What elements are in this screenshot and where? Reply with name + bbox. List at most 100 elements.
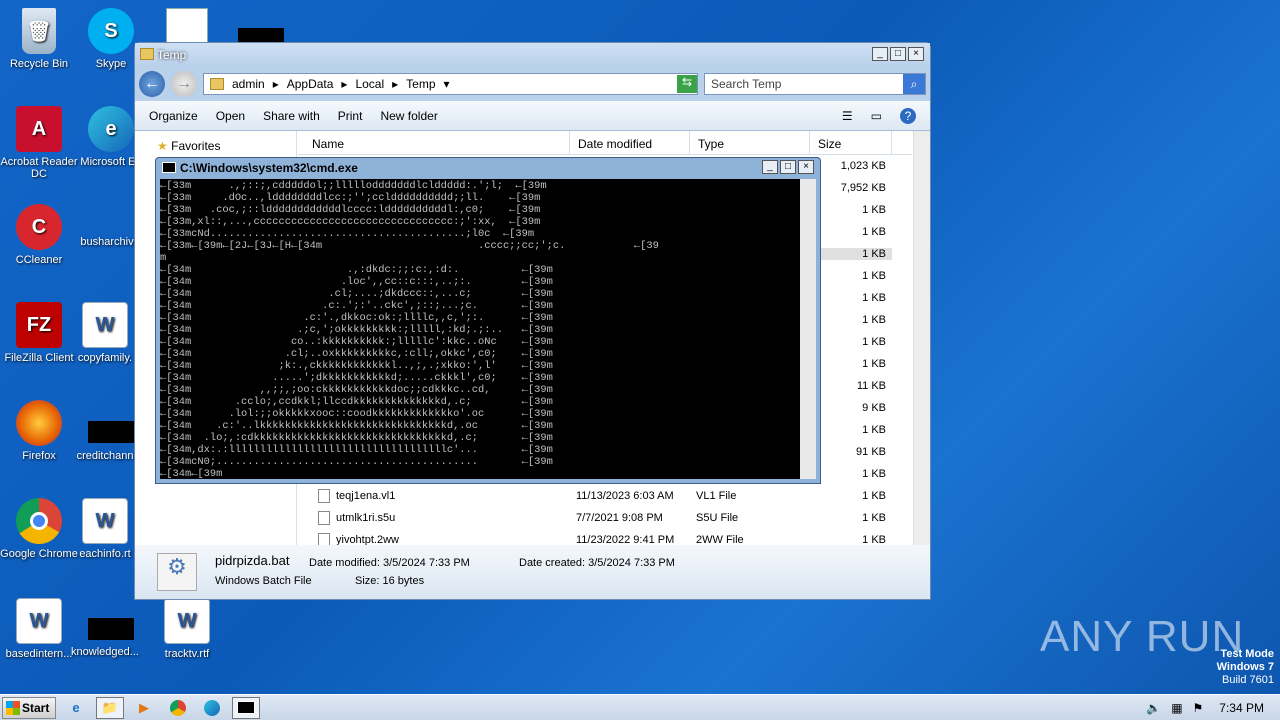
taskbar: Start e 📁 ▶ 🔈 ▦ ⚑ 7:34 PM bbox=[0, 694, 1280, 720]
column-size[interactable]: Size bbox=[810, 131, 892, 154]
desktop-icon-knowledged[interactable]: knowledged... bbox=[66, 646, 144, 658]
detail-date-modified: Date modified: 3/5/2024 7:33 PM bbox=[309, 557, 470, 569]
folder-icon bbox=[210, 78, 224, 90]
acrobat-icon: A bbox=[16, 106, 62, 152]
cmd-titlebar[interactable]: C:\Windows\system32\cmd.exe bbox=[156, 158, 820, 177]
search-icon[interactable]: ⌕ bbox=[903, 74, 925, 94]
share-with-menu[interactable]: Share with bbox=[263, 109, 320, 123]
column-headers: Name Date modified Type Size bbox=[298, 131, 912, 155]
back-button[interactable]: ← bbox=[139, 71, 165, 97]
file-row[interactable]: teqj1ena.vl1 11/13/2023 6:03 AM VL1 File 1 … bbox=[298, 485, 912, 507]
console-line: ←[34m .cl;....;dkdccc::,...c; ←[39m bbox=[160, 288, 553, 300]
preview-pane-icon[interactable]: ▭ bbox=[871, 109, 882, 123]
word-doc-icon: W bbox=[82, 302, 128, 348]
console-line: ←[34mcN0;...............................… bbox=[160, 456, 553, 468]
desktop-icon-tracktv[interactable]: W tracktv.rtf bbox=[148, 598, 226, 660]
action-center-flag-icon[interactable]: ⚑ bbox=[1193, 701, 1204, 715]
console-line: ←[33m .coc,;::lddddddddddddlcccc:ldddddd… bbox=[160, 204, 541, 216]
console-line: ←[34m ;k:.,ckkkkkkkkkkkkl..,;,.;xkko:',l… bbox=[160, 360, 553, 372]
console-line: ←[33m .dOc..,lddddddddlcc:;'';cclddddddd… bbox=[160, 192, 541, 204]
console-line: ←[34m .c:'..lkkkkkkkkkkkkkkkkkkkkkkkkkkk… bbox=[160, 420, 553, 432]
breadcrumb-temp[interactable]: Temp bbox=[406, 77, 435, 91]
organize-menu[interactable]: Organize bbox=[149, 109, 198, 123]
open-button[interactable]: Open bbox=[216, 109, 245, 123]
word-doc-icon: W bbox=[82, 498, 128, 544]
console-line: ←[34m .....';dkkkkkkkkkkkd;.....ckkkl',c… bbox=[160, 372, 553, 384]
explorer-taskbar-icon[interactable]: 📁 bbox=[96, 696, 124, 719]
breadcrumb-admin[interactable]: admin bbox=[232, 77, 265, 91]
close-button[interactable]: × bbox=[798, 160, 814, 174]
detail-filetype: Windows Batch File bbox=[215, 575, 312, 587]
word-doc-icon: W bbox=[16, 598, 62, 644]
system-tray: 🔈 ▦ ⚑ 7:34 PM bbox=[1146, 695, 1280, 720]
cmd-window: C:\Windows\system32\cmd.exe _ □ × ←[33m … bbox=[155, 157, 821, 484]
filezilla-icon: FZ bbox=[16, 302, 62, 348]
new-folder-button[interactable]: New folder bbox=[380, 109, 437, 123]
console-output[interactable]: ←[33m .,;::;,cdddddol;;lllllodddddddlcld… bbox=[160, 179, 800, 479]
word-doc-icon[interactable] bbox=[166, 8, 208, 44]
console-line: ←[34m .;c,';okkkkkkkkk:;lllll,:kd;.;:.. … bbox=[160, 324, 553, 336]
maximize-button[interactable]: □ bbox=[780, 160, 796, 174]
console-line: ←[34m←[39m bbox=[160, 468, 223, 479]
desktop-icon-eachinfo[interactable]: W eachinfo.rt bbox=[66, 498, 144, 560]
windows-logo-icon bbox=[6, 700, 20, 715]
desktop-icon-creditchann[interactable]: creditchann bbox=[66, 450, 144, 462]
ccleaner-icon: C bbox=[16, 204, 62, 250]
print-button[interactable]: Print bbox=[338, 109, 363, 123]
explorer-titlebar[interactable]: Temp bbox=[135, 43, 930, 67]
file-icon bbox=[318, 511, 330, 525]
console-line: ←[33m,xl::,...,ccccccccccccccccccccccccc… bbox=[160, 216, 541, 228]
console-line: ←[34m .c:.';:'..ckc',;::;...;c. ←[39m bbox=[160, 300, 553, 312]
detail-filename: pidrpizda.bat bbox=[215, 553, 290, 568]
network-icon[interactable]: ▦ bbox=[1171, 701, 1182, 715]
detail-size: Size: 16 bytes bbox=[355, 575, 425, 587]
console-line: ←[34m .cl;..oxkkkkkkkkkc,:cll;,okkc',c0;… bbox=[160, 348, 553, 360]
volume-icon[interactable]: 🔈 bbox=[1146, 701, 1161, 715]
console-scrollbar[interactable] bbox=[800, 179, 816, 479]
refresh-icon[interactable]: ⇆ bbox=[677, 75, 697, 93]
column-date[interactable]: Date modified bbox=[570, 131, 690, 154]
chrome-taskbar-icon[interactable] bbox=[164, 697, 192, 719]
cmd-icon bbox=[162, 162, 176, 173]
minimize-button[interactable]: _ bbox=[762, 160, 778, 174]
star-icon: ★ bbox=[157, 139, 168, 153]
console-line: ←[33m .,;::;,cdddddol;;lllllodddddddlcld… bbox=[160, 180, 547, 192]
ie-icon[interactable]: e bbox=[62, 697, 90, 719]
column-type[interactable]: Type bbox=[690, 131, 810, 154]
view-options-icon[interactable]: ☰ bbox=[842, 109, 853, 123]
test-mode-watermark: Test Mode Windows 7 Build 7601 bbox=[1216, 648, 1274, 686]
console-line: ←[34m .c:'.,dkkoc:ok:;llllc,,c,';:. ←[39… bbox=[160, 312, 553, 324]
media-player-icon[interactable]: ▶ bbox=[130, 697, 158, 719]
start-button[interactable]: Start bbox=[2, 696, 56, 719]
edge-icon: e bbox=[88, 106, 134, 152]
column-name[interactable]: Name bbox=[298, 131, 570, 154]
close-button[interactable]: × bbox=[908, 47, 924, 61]
desktop-icon-acrobat[interactable]: A Acrobat Reader DC bbox=[0, 106, 78, 180]
breadcrumb-local[interactable]: Local bbox=[355, 77, 384, 91]
minimize-button[interactable]: _ bbox=[872, 47, 888, 61]
maximize-button[interactable]: □ bbox=[890, 47, 906, 61]
desktop-icon-copyfamily[interactable]: W copyfamily. bbox=[66, 302, 144, 364]
help-icon[interactable]: ? bbox=[900, 107, 916, 124]
desktop-icon-ccleaner[interactable]: C CCleaner bbox=[0, 204, 78, 266]
file-row[interactable]: utmlk1ri.s5u 7/7/2021 9:08 PM S5U File 1 KB bbox=[298, 507, 912, 529]
vertical-scrollbar[interactable] bbox=[913, 131, 930, 545]
details-pane: ⚙ pidrpizda.bat Windows Batch File Date … bbox=[135, 545, 930, 599]
address-bar[interactable]: admin ▸ AppData ▸ Local ▸ Temp ▾ ⇆ bbox=[203, 73, 698, 95]
redacted-icon bbox=[88, 421, 134, 443]
breadcrumb-appdata[interactable]: AppData bbox=[287, 77, 334, 91]
batch-file-icon: ⚙ bbox=[157, 553, 197, 591]
nav-favorites[interactable]: ★ Favorites bbox=[135, 131, 296, 153]
forward-button[interactable]: → bbox=[171, 71, 197, 97]
console-line: ←[34m .cclo;,ccdkkl;llccdkkkkkkkkkkkkkkd… bbox=[160, 396, 553, 408]
skype-icon: S bbox=[88, 8, 134, 54]
edge-taskbar-icon[interactable] bbox=[198, 697, 226, 719]
cmd-taskbar-icon[interactable] bbox=[232, 696, 260, 719]
console-line: ←[34m .loc',,cc::c:::,..;:. ←[39m bbox=[160, 276, 553, 288]
file-icon bbox=[318, 489, 330, 503]
desktop-icon-recycle-bin[interactable]: 🗑 Recycle Bin bbox=[0, 8, 78, 70]
cmd-title: C:\Windows\system32\cmd.exe bbox=[180, 160, 358, 175]
clock[interactable]: 7:34 PM bbox=[1219, 701, 1264, 715]
word-doc-icon: W bbox=[164, 598, 210, 644]
search-input[interactable]: Search Temp ⌕ bbox=[704, 73, 926, 95]
